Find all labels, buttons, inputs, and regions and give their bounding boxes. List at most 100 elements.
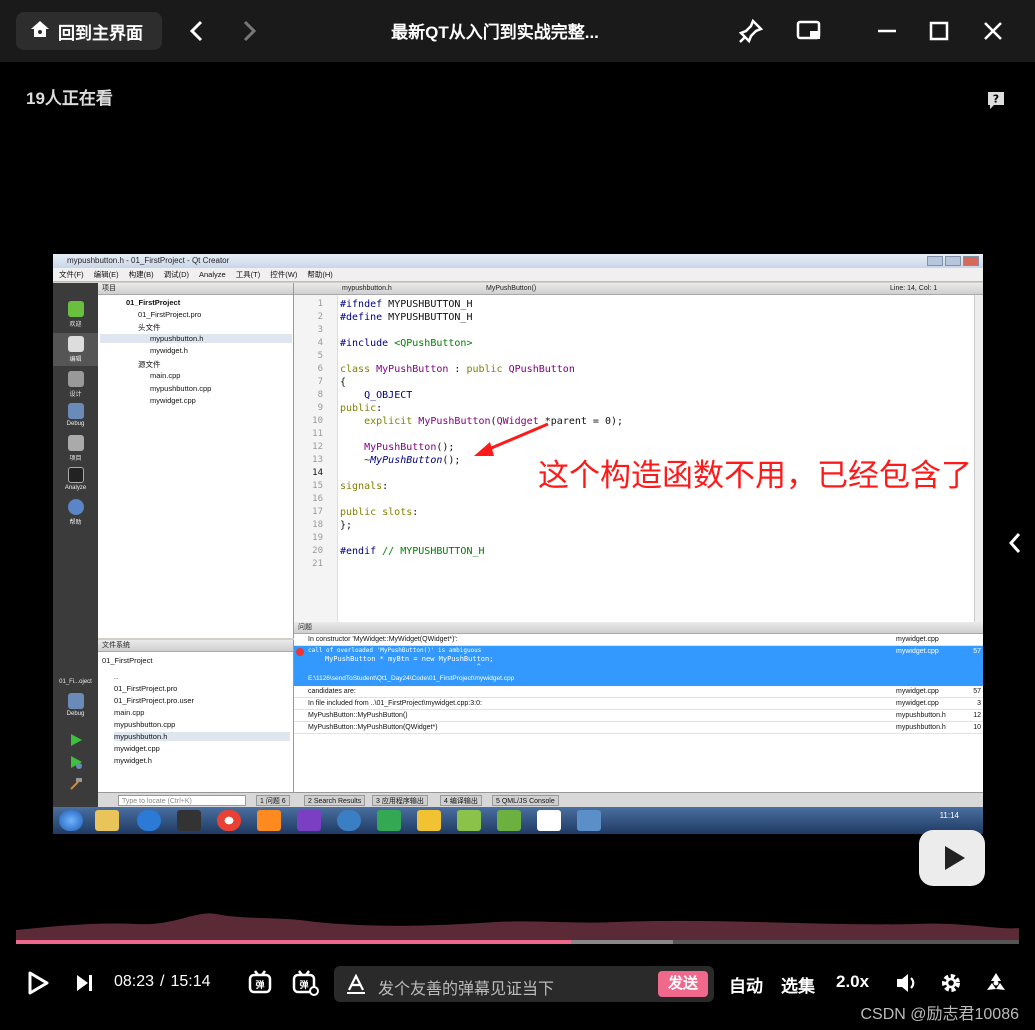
qt-title-text: mypushbutton.h - 01_FirstProject - Qt Cr… bbox=[67, 256, 230, 265]
line-number: 2 bbox=[317, 312, 323, 322]
qt-menu-build: 构建(B) bbox=[128, 270, 154, 279]
chrome-icon bbox=[217, 810, 241, 831]
mode-design: 设计 bbox=[53, 371, 98, 398]
qt-menu-help: 帮助(H) bbox=[307, 270, 333, 279]
qt-window-buttons bbox=[927, 256, 979, 266]
danmaku-toggle-button[interactable]: 弹 bbox=[246, 968, 276, 998]
forward-button[interactable] bbox=[236, 16, 262, 46]
danmaku-settings-icon: 弹 bbox=[292, 970, 319, 996]
mode-debug: Debug bbox=[53, 403, 98, 427]
qt-menu-widgets: 控件(W) bbox=[270, 270, 298, 279]
danmaku-settings-button[interactable]: 弹 bbox=[290, 968, 320, 998]
next-icon bbox=[77, 975, 92, 991]
tree-mywidget-cpp: mywidget.cpp bbox=[150, 396, 196, 405]
played-range bbox=[16, 940, 571, 944]
svg-text:弹: 弹 bbox=[255, 979, 264, 991]
qt-designer-icon bbox=[497, 810, 521, 831]
app-icon bbox=[137, 810, 161, 831]
code-line: #define MYPUSHBUTTON_H bbox=[340, 312, 473, 323]
mode-edit: 编辑 bbox=[53, 333, 98, 366]
qt-menu-tools: 工具(T) bbox=[235, 270, 261, 279]
chevron-left-icon bbox=[1008, 533, 1021, 553]
line-number: 10 bbox=[312, 416, 323, 426]
tray-clock: 11:14 bbox=[939, 811, 959, 820]
project-panel-title: 项目 bbox=[98, 283, 293, 295]
issue-code-line: MyPushButton * myBtn = new MyPushButton; bbox=[308, 655, 494, 663]
kit-debug-label: Debug bbox=[66, 711, 85, 717]
issue-text: candidates are: bbox=[308, 688, 356, 695]
pip-button[interactable] bbox=[794, 16, 824, 46]
evernote-icon bbox=[377, 810, 401, 831]
svg-text:弹: 弹 bbox=[299, 979, 308, 991]
video-frame[interactable]: mypushbutton.h - 01_FirstProject - Qt Cr… bbox=[53, 254, 983, 834]
volume-icon bbox=[897, 974, 915, 992]
tree-mypushbutton-h: mypushbutton.h bbox=[100, 334, 292, 343]
home-label: 回到主界面 bbox=[58, 23, 143, 43]
back-button[interactable] bbox=[184, 16, 210, 46]
run-icon bbox=[53, 733, 98, 749]
current-time: 08:23 bbox=[114, 973, 155, 990]
issue-row: MyPushButton::MyPushButton() mypushbutto… bbox=[294, 710, 983, 722]
tree-main-cpp: main.cpp bbox=[150, 371, 181, 380]
kit-debug: Debug bbox=[53, 693, 98, 717]
output-tab-app-output: 3 应用程序输出 bbox=[372, 795, 428, 806]
close-button[interactable] bbox=[978, 16, 1008, 46]
buffered-range bbox=[570, 940, 673, 944]
maximize-icon bbox=[929, 21, 949, 41]
issue-text: MyPushButton::MyPushButton(QWidget*) bbox=[308, 724, 438, 731]
quality-button[interactable]: 自动 bbox=[729, 972, 763, 997]
send-button[interactable]: 发送 bbox=[658, 971, 708, 997]
episodes-button[interactable]: 选集 bbox=[781, 972, 815, 997]
qt-menu-analyze: Analyze bbox=[199, 270, 226, 279]
editor-toolbar: mypushbutton.h MyPushButton() Line: 14, … bbox=[294, 283, 983, 295]
editor-tab: mypushbutton.h bbox=[342, 285, 392, 292]
project-panel: 项目 01_FirstProject 01_FirstProject.pro 头… bbox=[98, 283, 294, 638]
side-panel-toggle[interactable] bbox=[1008, 532, 1022, 560]
filesystem-panel: 文件系统 01_FirstProject .. 01_FirstProject.… bbox=[98, 640, 294, 792]
issue-line: 3 bbox=[977, 700, 981, 707]
progress-bar[interactable] bbox=[16, 940, 1019, 944]
fs-item: mypushbutton.cpp bbox=[114, 720, 176, 729]
mode-help: 帮助 bbox=[53, 499, 98, 526]
line-number: 15 bbox=[312, 481, 323, 491]
qt-menu-debug: 调试(D) bbox=[163, 270, 189, 279]
play-button[interactable] bbox=[24, 968, 52, 998]
tree-headers-folder: 头文件 bbox=[138, 323, 161, 332]
qt-menubar: 文件(F) 编辑(E) 构建(B) 调试(D) Analyze 工具(T) 控件… bbox=[53, 268, 983, 282]
code-line: { bbox=[340, 377, 347, 388]
qt-main-area: 欢迎 编辑 设计 Debug 项目 Analyze 帮助 01_Fi...oje… bbox=[53, 283, 983, 807]
issue-file: mypushbutton.h bbox=[896, 712, 946, 719]
enhance-button[interactable] bbox=[982, 968, 1010, 998]
speed-button[interactable]: 2.0x bbox=[836, 972, 869, 992]
pin-button[interactable] bbox=[736, 16, 766, 46]
qt-menu-edit: 编辑(E) bbox=[93, 270, 119, 279]
pip-icon bbox=[796, 20, 821, 40]
feedback-button[interactable]: ? bbox=[986, 90, 1006, 110]
mode-welcome: 欢迎 bbox=[53, 301, 98, 328]
issue-message: call of overloaded 'MyPushButton()' is a… bbox=[308, 647, 482, 654]
fs-item: mywidget.cpp bbox=[114, 744, 160, 753]
settings-button[interactable] bbox=[937, 968, 965, 998]
issue-file: mypushbutton.h bbox=[896, 724, 946, 731]
line-number: 11 bbox=[312, 429, 323, 439]
issue-text: In file included from ..\01_FirstProject… bbox=[308, 700, 482, 707]
issue-text: MyPushButton::MyPushButton() bbox=[308, 712, 408, 719]
minimize-button[interactable] bbox=[872, 16, 902, 46]
volume-button[interactable] bbox=[893, 968, 921, 998]
visual-studio-icon bbox=[297, 810, 321, 831]
center-play-button[interactable] bbox=[919, 830, 985, 886]
danmaku-input[interactable]: 发个友善的弹幕见证当下 发送 bbox=[334, 966, 714, 1002]
qt-mode-bar: 欢迎 编辑 设计 Debug 项目 Analyze 帮助 01_Fi...oje… bbox=[53, 283, 98, 807]
close-icon bbox=[984, 22, 1002, 40]
code-line: MyPushButton(); bbox=[364, 442, 455, 453]
code-line: class MyPushButton : public QPushButton bbox=[340, 364, 575, 375]
next-button[interactable] bbox=[72, 968, 96, 998]
issues-panel: 问题 In constructor 'MyWidget::MyWidget(QW… bbox=[294, 622, 983, 792]
line-number: 1 bbox=[317, 299, 323, 309]
maximize-button[interactable] bbox=[924, 16, 954, 46]
output-tab-qml: 5 QML/JS Console bbox=[492, 795, 559, 806]
home-button[interactable]: 回到主界面 bbox=[16, 12, 162, 50]
line-number: 21 bbox=[312, 559, 323, 569]
kit-selector-label: 01_Fi...oject bbox=[59, 679, 92, 685]
pin-icon bbox=[738, 18, 764, 44]
